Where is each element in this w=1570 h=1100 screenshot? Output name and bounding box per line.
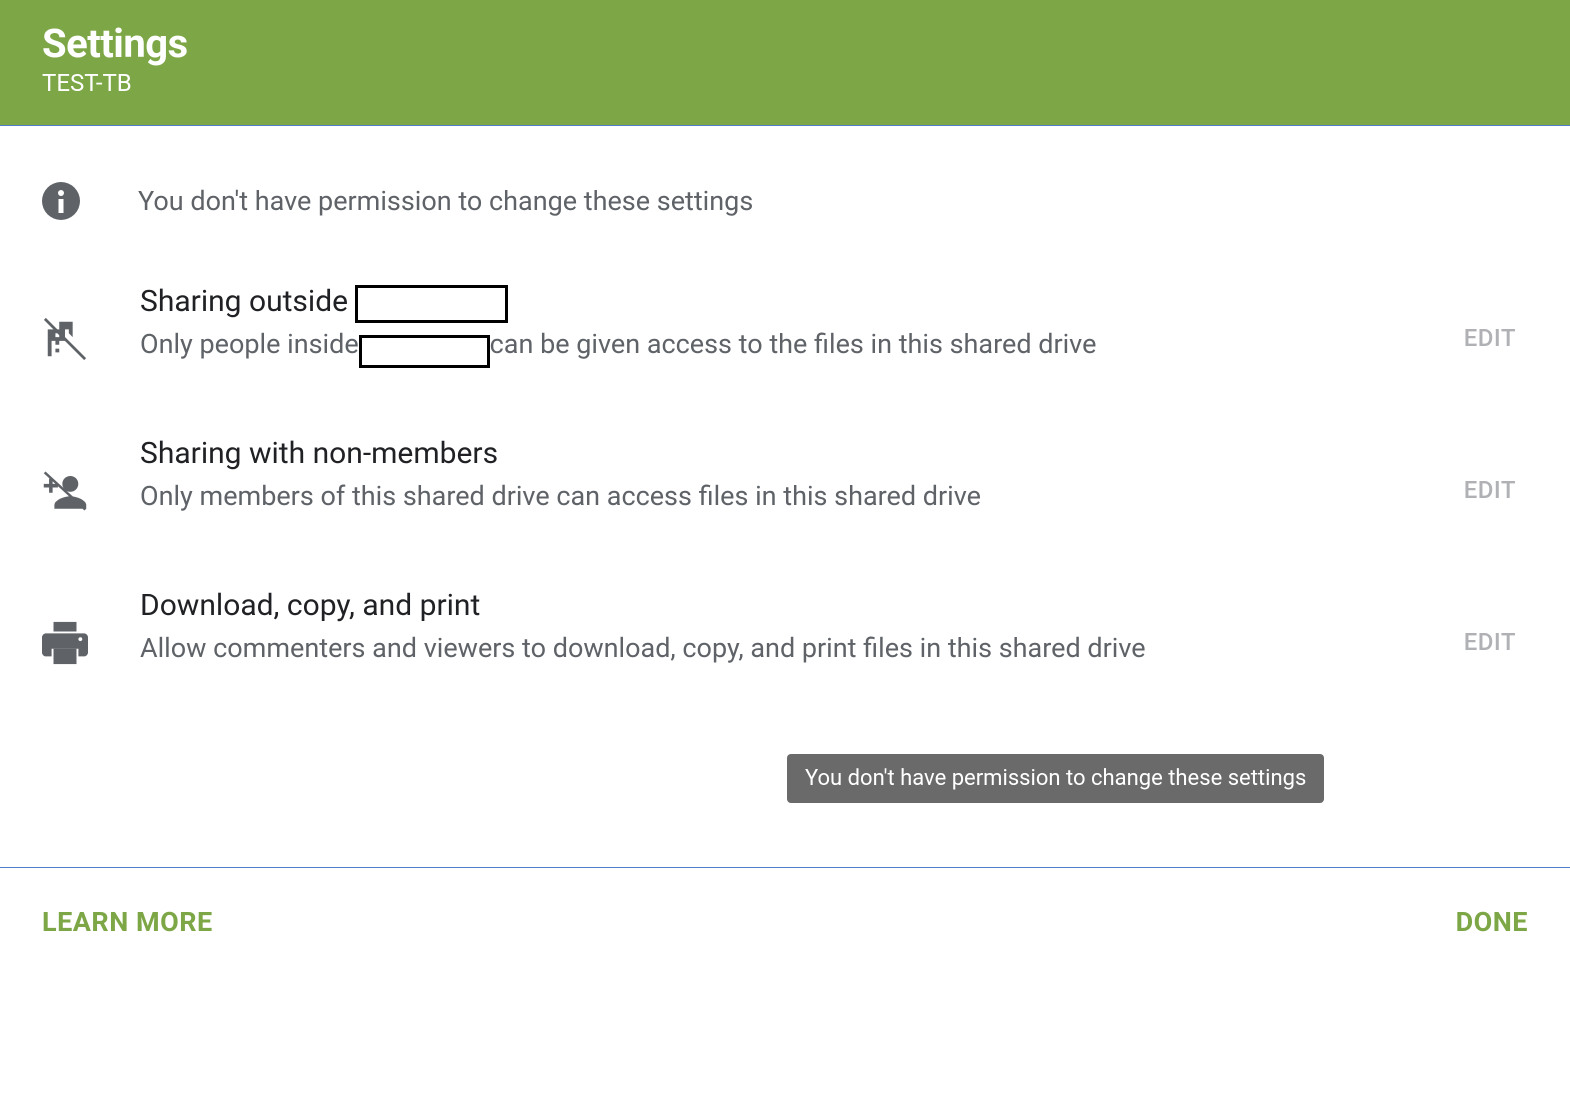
print-icon [42, 620, 88, 666]
edit-sharing-non-members-button[interactable]: EDIT [1464, 476, 1516, 504]
setting-sharing-non-members-desc: Only members of this shared drive can ac… [140, 477, 1150, 516]
setting-download-copy-print-title: Download, copy, and print [140, 588, 480, 623]
redacted-org-name [355, 285, 508, 323]
info-icon [42, 182, 80, 220]
permission-notice-text: You don't have permission to change thes… [138, 185, 753, 217]
edit-download-copy-print-button[interactable]: EDIT [1464, 628, 1516, 656]
domain-off-icon [42, 316, 88, 362]
setting-download-copy-print-desc: Allow commenters and viewers to download… [140, 629, 1150, 668]
person-add-off-icon [42, 468, 88, 514]
permission-tooltip: You don't have permission to change thes… [787, 754, 1324, 803]
page-subtitle: TEST-TB [42, 69, 1528, 97]
settings-content: You don't have permission to change thes… [0, 126, 1570, 668]
done-button[interactable]: DONE [1456, 906, 1528, 938]
redacted-org-name-small [359, 335, 490, 368]
setting-download-copy-print: Download, copy, and print Allow commente… [42, 588, 1528, 668]
setting-sharing-non-members-title: Sharing with non-members [140, 436, 498, 471]
permission-notice: You don't have permission to change thes… [42, 182, 1528, 220]
setting-sharing-outside-desc: Only people insidecan be given access to… [140, 325, 1150, 364]
setting-sharing-non-members: Sharing with non-members Only members of… [42, 436, 1528, 516]
settings-header: Settings TEST-TB [0, 0, 1570, 126]
edit-sharing-outside-button[interactable]: EDIT [1464, 324, 1516, 352]
setting-sharing-outside-title: Sharing outside [140, 284, 508, 319]
footer-bar: LEARN MORE DONE [0, 867, 1570, 938]
learn-more-button[interactable]: LEARN MORE [42, 906, 213, 938]
page-title: Settings [42, 20, 1528, 67]
setting-sharing-outside: Sharing outside Only people insidecan be… [42, 284, 1528, 364]
